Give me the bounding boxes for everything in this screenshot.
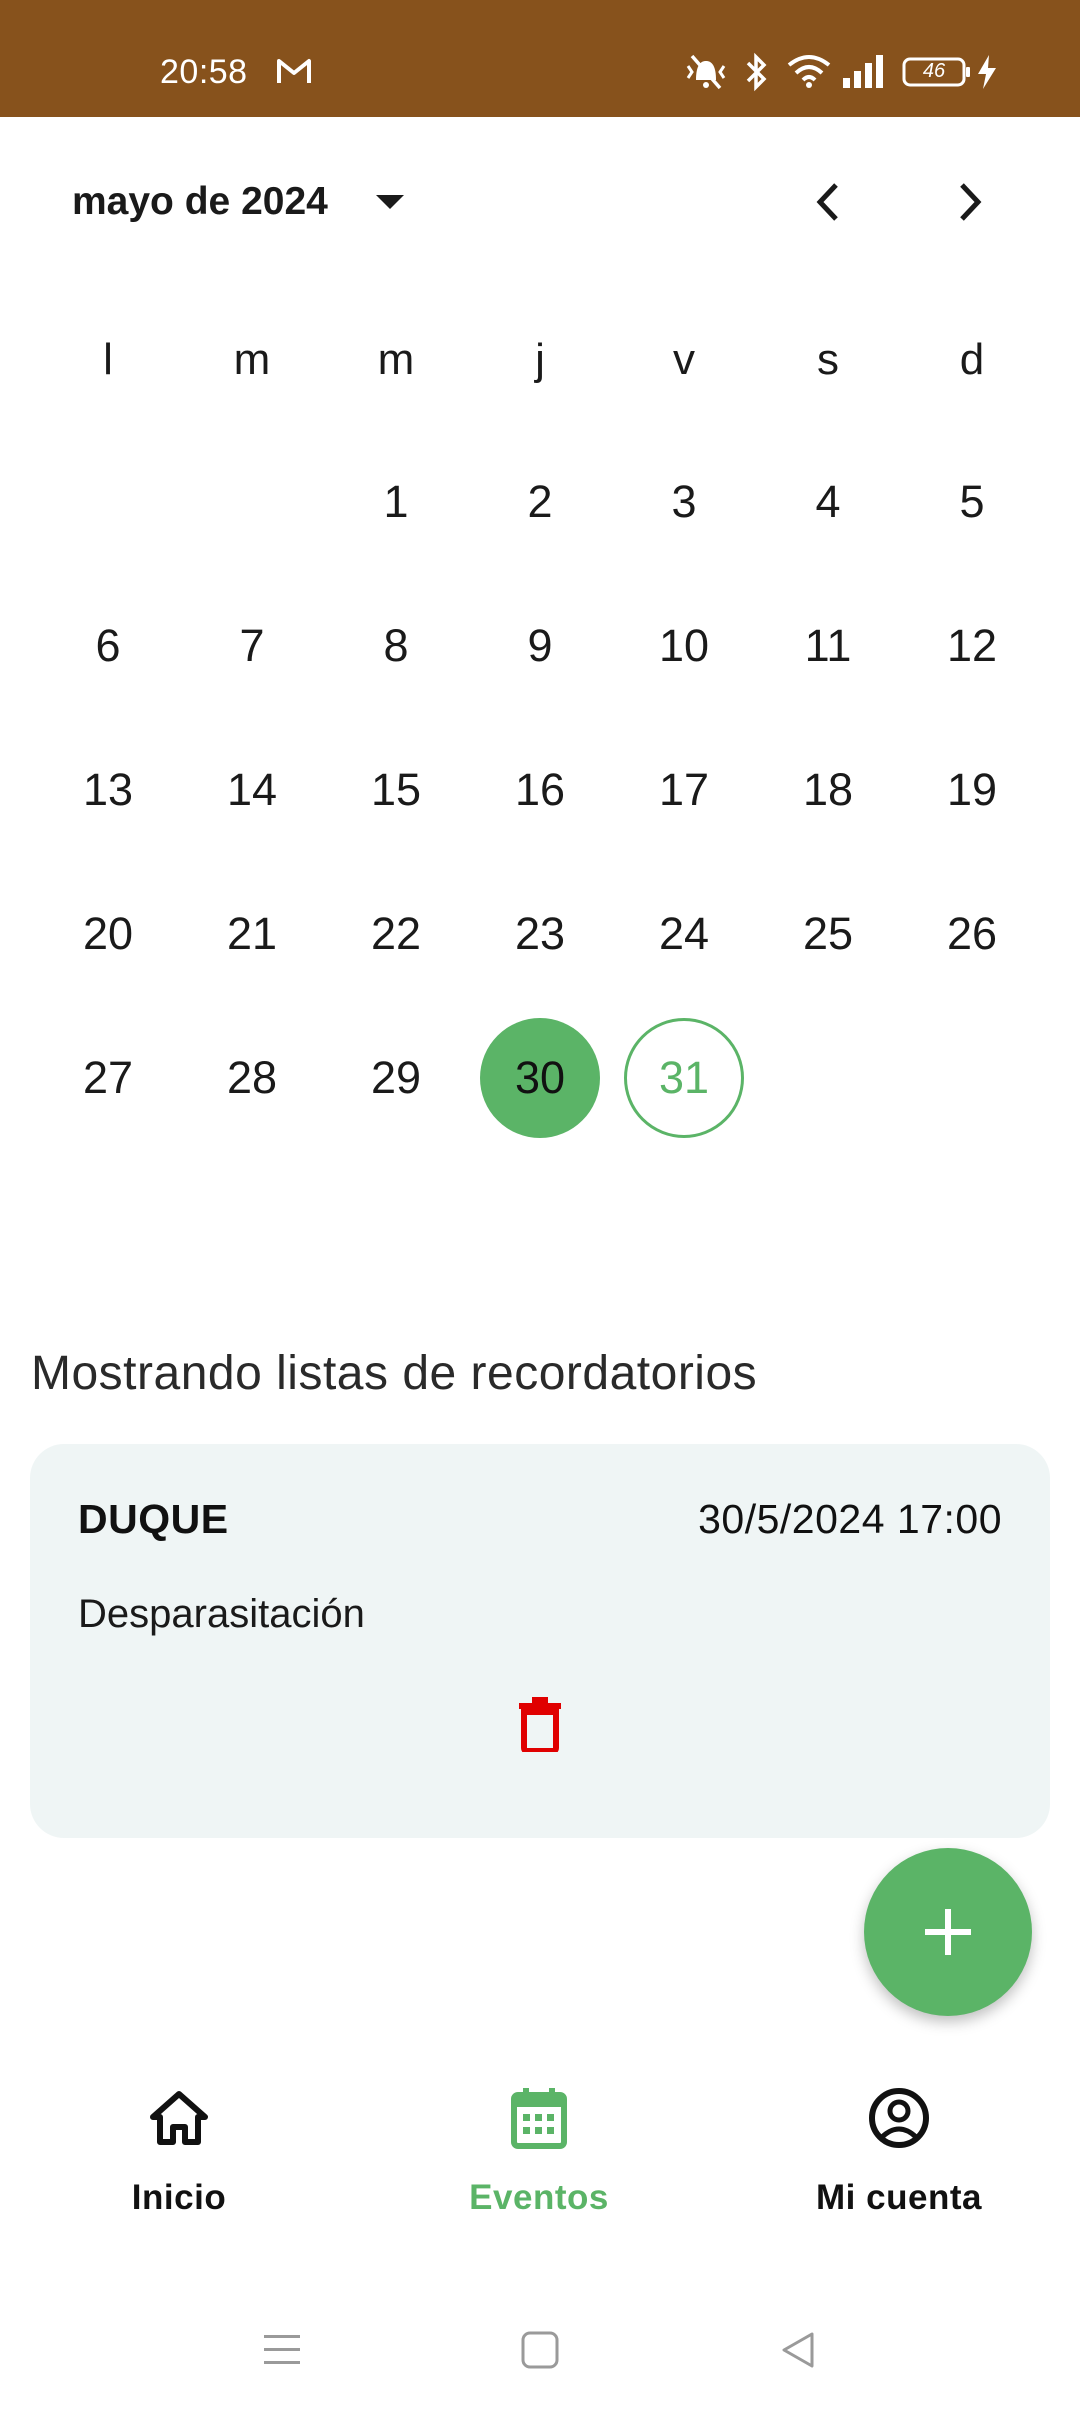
- calendar-day[interactable]: 11: [768, 586, 888, 706]
- reminder-description: Desparasitación: [78, 1592, 365, 1636]
- calendar-day[interactable]: 27: [48, 1018, 168, 1138]
- calendar-day[interactable]: 24: [624, 874, 744, 994]
- weekday-label: m: [233, 335, 271, 384]
- trash-icon: [519, 1697, 561, 1752]
- calendar-day[interactable]: 8: [336, 586, 456, 706]
- menu-icon: [264, 2335, 300, 2364]
- calendar-day[interactable]: 28: [192, 1018, 312, 1138]
- weekday-label: l: [103, 335, 113, 384]
- calendar-day[interactable]: 3: [624, 442, 744, 562]
- nav-item-mi-cuenta[interactable]: Mi cuenta: [749, 2086, 1049, 2236]
- calendar-day[interactable]: 16: [480, 730, 600, 850]
- bottom-navigation: Inicio Eventos Mi cuenta: [0, 2036, 1080, 2260]
- home-button[interactable]: [510, 2320, 570, 2380]
- calendar-day[interactable]: 5: [912, 442, 1032, 562]
- home-square-icon: [521, 2331, 559, 2369]
- signal-icon: [842, 54, 888, 93]
- calendar-day[interactable]: 9: [480, 586, 600, 706]
- battery-level: 46: [922, 60, 946, 82]
- calendar-day[interactable]: 26: [912, 874, 1032, 994]
- month-selector[interactable]: mayo de 2024: [72, 172, 406, 232]
- calendar-day[interactable]: 21: [192, 874, 312, 994]
- back-icon: [782, 2332, 814, 2368]
- calendar-day[interactable]: 23: [480, 874, 600, 994]
- nav-label: Eventos: [469, 2178, 609, 2217]
- calendar-day[interactable]: 22: [336, 874, 456, 994]
- weekday-label: m: [377, 335, 415, 384]
- next-month-button[interactable]: [940, 171, 1002, 233]
- calendar-day-selected[interactable]: 30: [480, 1018, 600, 1138]
- calendar-day[interactable]: 19: [912, 730, 1032, 850]
- nav-item-eventos[interactable]: Eventos: [389, 2086, 689, 2236]
- dropdown-arrow-icon: [374, 193, 406, 211]
- add-reminder-button[interactable]: [864, 1848, 1032, 2016]
- reminder-card[interactable]: DUQUE 30/5/2024 17:00 Desparasitación: [30, 1444, 1050, 1838]
- reminder-pet-name: DUQUE: [78, 1496, 229, 1542]
- chevron-right-icon: [960, 183, 982, 221]
- calendar-day[interactable]: 1: [336, 442, 456, 562]
- home-icon: [147, 2086, 211, 2150]
- plus-icon: [925, 1909, 971, 1955]
- calendar-day[interactable]: 7: [192, 586, 312, 706]
- calendar-day[interactable]: 29: [336, 1018, 456, 1138]
- calendar-day[interactable]: 2: [480, 442, 600, 562]
- calendar-day[interactable]: 17: [624, 730, 744, 850]
- menu-button[interactable]: [252, 2320, 312, 2380]
- mute-vibrate-icon: [684, 52, 728, 97]
- status-bar: 20:58 46: [0, 0, 1080, 117]
- back-button[interactable]: [768, 2320, 828, 2380]
- wifi-icon: [786, 52, 832, 95]
- chevron-left-icon: [816, 183, 838, 221]
- previous-month-button[interactable]: [796, 171, 858, 233]
- weekday-label: d: [959, 335, 985, 384]
- weekday-label: j: [535, 335, 545, 384]
- calendar-day[interactable]: 25: [768, 874, 888, 994]
- reminders-section-title: Mostrando listas de recordatorios: [31, 1347, 758, 1400]
- calendar-day[interactable]: 10: [624, 586, 744, 706]
- delete-reminder-button[interactable]: [500, 1684, 580, 1764]
- month-title: mayo de 2024: [72, 180, 328, 223]
- calendar-day[interactable]: 20: [48, 874, 168, 994]
- gmail-icon: [276, 56, 312, 91]
- system-navigation-bar: [0, 2300, 1080, 2412]
- calendar-day[interactable]: 18: [768, 730, 888, 850]
- calendar-day[interactable]: 6: [48, 586, 168, 706]
- calendar-day[interactable]: 4: [768, 442, 888, 562]
- weekday-label: s: [817, 335, 839, 384]
- calendar-day[interactable]: 12: [912, 586, 1032, 706]
- status-time: 20:58: [160, 53, 248, 91]
- reminder-datetime: 30/5/2024 17:00: [698, 1496, 1002, 1542]
- charging-icon: [976, 54, 998, 95]
- account-circle-icon: [867, 2086, 931, 2150]
- nav-item-inicio[interactable]: Inicio: [29, 2086, 329, 2236]
- calendar-icon: [507, 2086, 571, 2150]
- calendar-day[interactable]: 14: [192, 730, 312, 850]
- calendar-day[interactable]: 15: [336, 730, 456, 850]
- calendar-day-today[interactable]: 31: [624, 1018, 744, 1138]
- calendar-day[interactable]: 13: [48, 730, 168, 850]
- bluetooth-icon: [744, 52, 770, 97]
- nav-label: Mi cuenta: [816, 2178, 982, 2217]
- weekday-label: v: [673, 335, 695, 384]
- battery-icon: 46: [902, 57, 972, 87]
- nav-label: Inicio: [131, 2178, 227, 2217]
